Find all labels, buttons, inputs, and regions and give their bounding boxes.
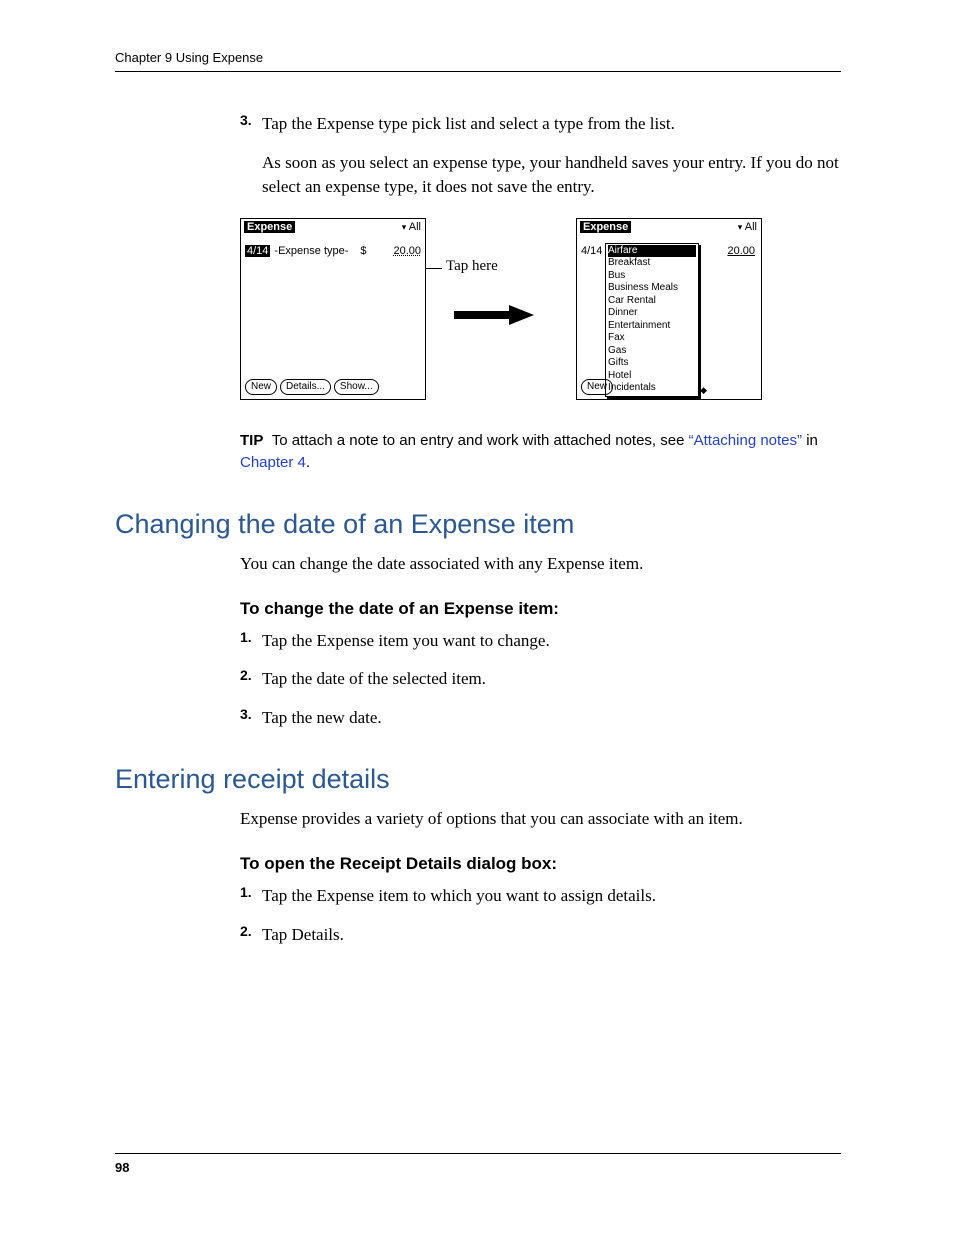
expense-type-popup[interactable]: Airfare Breakfast Bus Business Meals Car… (605, 243, 699, 397)
entry-date[interactable]: 4/14 (245, 245, 270, 257)
popup-item[interactable]: Breakfast (608, 257, 696, 270)
arrow-icon (454, 305, 534, 325)
figure: Expense All 4/14 -Expense type- $ 20.00 … (240, 218, 841, 400)
step-followup: As soon as you select an expense type, y… (262, 151, 841, 200)
amount-field[interactable]: 20.00 (393, 245, 421, 257)
expense-type-picklist[interactable]: -Expense type- (274, 245, 348, 257)
step-number: 2. (240, 667, 262, 692)
popup-item[interactable]: Gas (608, 345, 696, 358)
page-number: 98 (115, 1153, 841, 1175)
step-text: Tap Details. (262, 923, 344, 948)
procedure-heading: To change the date of an Expense item: (240, 599, 841, 619)
step-number: 3. (240, 112, 262, 137)
app-title: Expense (244, 221, 295, 233)
currency-symbol: $ (360, 245, 366, 257)
new-button[interactable]: New (581, 379, 613, 395)
tip-text-post: . (306, 454, 310, 471)
device-screenshot-right: Expense All 4/14 20.00 Airfare Breakfast… (576, 218, 762, 400)
popup-item[interactable]: Bus (608, 270, 696, 283)
procedure-heading: To open the Receipt Details dialog box: (240, 854, 841, 874)
section-heading-change-date: Changing the date of an Expense item (115, 509, 841, 540)
scroll-down-icon[interactable]: ◆ (700, 385, 707, 396)
step-text: Tap the Expense item to which you want t… (262, 884, 656, 909)
popup-item[interactable]: Fax (608, 332, 696, 345)
step-text: Tap the date of the selected item. (262, 667, 486, 692)
section-intro: You can change the date associated with … (240, 552, 841, 577)
popup-item[interactable]: Incidentals (608, 382, 696, 395)
popup-item-selected[interactable]: Airfare (608, 245, 696, 258)
amount-value: 20.00 (727, 245, 755, 257)
popup-item[interactable]: Hotel (608, 370, 696, 383)
step-text: Tap the Expense item you want to change. (262, 629, 550, 654)
details-button[interactable]: Details... (280, 379, 331, 395)
show-button[interactable]: Show... (334, 379, 379, 395)
step-number: 1. (240, 884, 262, 909)
step-number: 1. (240, 629, 262, 654)
running-header: Chapter 9 Using Expense (115, 50, 841, 72)
tip-text-pre: To attach a note to an entry and work wi… (272, 432, 689, 449)
callout-label: Tap here (446, 258, 498, 275)
popup-item[interactable]: Car Rental (608, 295, 696, 308)
popup-item[interactable]: Business Meals (608, 282, 696, 295)
tip-label: TIP (240, 432, 263, 449)
popup-item[interactable]: Gifts (608, 357, 696, 370)
section-intro: Expense provides a variety of options th… (240, 807, 841, 832)
link-attaching-notes[interactable]: “Attaching notes” (689, 432, 802, 449)
entry-date: 4/14 (581, 245, 602, 257)
popup-item[interactable]: Entertainment (608, 320, 696, 333)
step-number: 2. (240, 923, 262, 948)
device-screenshot-left: Expense All 4/14 -Expense type- $ 20.00 … (240, 218, 426, 400)
step-text: Tap the new date. (262, 706, 382, 731)
category-picker[interactable]: All (402, 221, 421, 233)
section-heading-receipt-details: Entering receipt details (115, 764, 841, 795)
tip-paragraph: TIP To attach a note to an entry and wor… (240, 430, 841, 475)
category-picker[interactable]: All (738, 221, 757, 233)
popup-item[interactable]: Dinner (608, 307, 696, 320)
tip-text-mid: in (802, 432, 818, 449)
app-title: Expense (580, 221, 631, 233)
new-button[interactable]: New (245, 379, 277, 395)
step-number: 3. (240, 706, 262, 731)
link-chapter-4[interactable]: Chapter 4 (240, 454, 306, 471)
step-text: Tap the Expense type pick list and selec… (262, 112, 675, 137)
